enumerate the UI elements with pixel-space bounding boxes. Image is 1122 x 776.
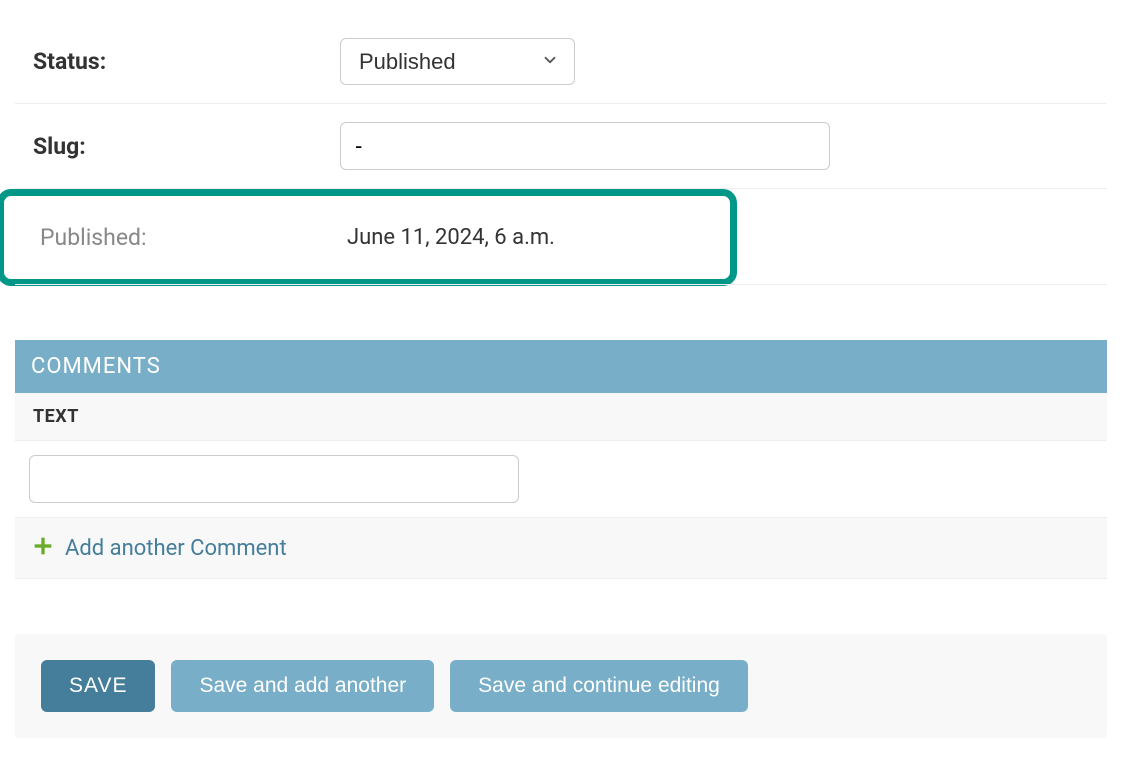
slug-label: Slug: (15, 133, 340, 160)
submit-row: SAVE Save and add another Save and conti… (15, 634, 1107, 738)
published-label: Published: (22, 224, 347, 251)
comments-column-header: TEXT (15, 393, 1107, 441)
status-select[interactable]: Published (340, 38, 575, 85)
status-select-wrapper: Published (340, 38, 575, 85)
plus-icon (33, 534, 53, 562)
status-label: Status: (15, 48, 340, 75)
comments-section-header: COMMENTS (15, 340, 1107, 393)
save-add-another-button[interactable]: Save and add another (171, 660, 434, 712)
row-divider (15, 284, 1107, 285)
status-row: Status: Published (15, 20, 1107, 104)
add-comment-row[interactable]: Add another Comment (15, 518, 1107, 579)
published-row: Published: June 11, 2024, 6 a.m. (22, 196, 730, 279)
slug-row: Slug: (15, 104, 1107, 189)
save-continue-button[interactable]: Save and continue editing (450, 660, 748, 712)
published-highlight: Published: June 11, 2024, 6 a.m. (0, 189, 737, 286)
add-comment-link[interactable]: Add another Comment (65, 536, 287, 561)
comment-row (15, 441, 1107, 518)
comment-text-input[interactable] (29, 455, 519, 503)
published-value: June 11, 2024, 6 a.m. (347, 225, 555, 250)
save-button[interactable]: SAVE (41, 660, 155, 712)
slug-input[interactable] (340, 122, 830, 170)
